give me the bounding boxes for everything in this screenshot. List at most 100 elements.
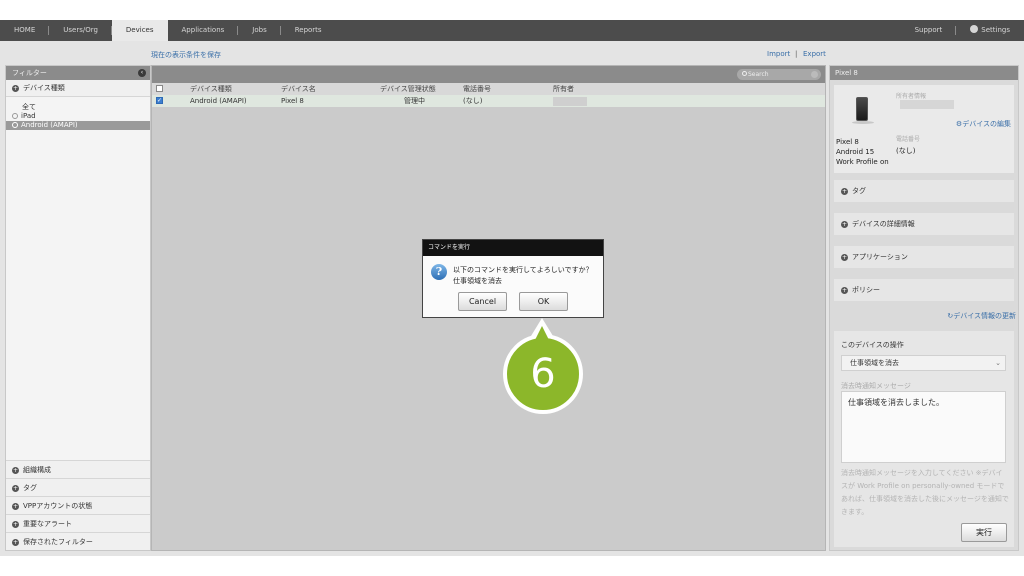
radio-icon — [12, 122, 18, 128]
expand-icon: + — [12, 539, 19, 546]
nav-devices[interactable]: Devices — [111, 20, 168, 41]
device-summary: 所有者情報 ⚙デバイスの編集 電話番号 (なし) Pixel 8 Android… — [834, 85, 1014, 173]
refresh-device-label: デバイス情報の更新 — [953, 312, 1016, 320]
run-button[interactable]: 実行 — [961, 523, 1007, 542]
operation-title: このデバイスの操作 — [841, 341, 904, 349]
dialog-message: 以下のコマンドを実行してよろしいですか？ 仕事領域を消去 — [453, 265, 593, 287]
filter-option-all[interactable]: 全て — [6, 103, 150, 112]
cancel-button[interactable]: Cancel — [458, 292, 507, 311]
top-strip — [0, 0, 1024, 20]
message-hint: 消去時通知メッセージを入力してください ※デバイスが Work Profile … — [841, 469, 1009, 516]
section-device-details[interactable]: + デバイスの詳細情報 — [834, 213, 1014, 235]
expand-icon: + — [12, 467, 19, 474]
nav-home[interactable]: HOME — [0, 20, 50, 41]
filter-option-android-label: Android (AMAPI) — [21, 121, 78, 129]
filter-option-ipad[interactable]: iPad — [6, 112, 150, 121]
section-tags-label: タグ — [852, 187, 866, 195]
callout-pointer-fill — [527, 326, 557, 356]
phone-value: (なし) — [896, 147, 916, 155]
table-row[interactable]: ✓ Android (AMAPI) Pixel 8 管理中 (なし) — [152, 95, 825, 107]
search-placeholder: Search — [748, 71, 769, 78]
nav-users-org[interactable]: Users/Org — [49, 20, 112, 41]
filter-panel: フィルター ‹ + デバイス種類 全て iPad Android (AMAPI) … — [5, 65, 151, 551]
clear-icon[interactable] — [811, 71, 818, 78]
row-owner-redacted — [553, 97, 587, 106]
section-device-details-label: デバイスの詳細情報 — [852, 220, 915, 228]
refresh-device-link[interactable]: ↻デバイス情報の更新 — [947, 311, 1016, 321]
column-management-status[interactable]: デバイス管理状態 — [380, 83, 436, 95]
column-device-name[interactable]: デバイス名 — [281, 83, 316, 95]
row-checkbox[interactable]: ✓ — [156, 97, 163, 104]
detail-header: Pixel 8 — [830, 66, 1018, 80]
device-operation: このデバイスの操作 仕事領域を消去 ⌄ 消去時通知メッセージ 仕事領域を消去しま… — [834, 331, 1014, 547]
filter-header: フィルター ‹ — [6, 66, 150, 80]
list-header: デバイス種類 デバイス名 デバイス管理状態 電話番号 所有者 — [152, 83, 825, 95]
section-saved-filters[interactable]: + 保存されたフィルター — [6, 532, 150, 550]
device-detail-panel: Pixel 8 所有者情報 ⚙デバイスの編集 電話番号 (なし) Pixel 8… — [829, 65, 1019, 551]
expand-icon: + — [12, 521, 19, 528]
edit-device-link[interactable]: ⚙デバイスの編集 — [956, 119, 1011, 129]
nav-reports[interactable]: Reports — [281, 20, 336, 41]
section-org-label: 組織構成 — [23, 466, 51, 474]
device-info: Pixel 8 Android 15 Work Profile on — [836, 137, 889, 167]
section-policy[interactable]: + ポリシー — [834, 279, 1014, 301]
expand-icon: + — [12, 485, 19, 492]
section-policy-label: ポリシー — [852, 286, 880, 294]
row-device-name: Pixel 8 — [281, 97, 304, 105]
device-profile: Work Profile on — [836, 158, 889, 166]
nav-settings[interactable]: Settings — [956, 20, 1024, 41]
ok-button[interactable]: OK — [519, 292, 568, 311]
section-tags[interactable]: + タグ — [6, 478, 150, 496]
nav-settings-label: Settings — [981, 26, 1010, 34]
save-view-link[interactable]: 現在の表示条件を保存 — [151, 50, 221, 60]
section-alerts[interactable]: + 重要なアラート — [6, 514, 150, 532]
nav-jobs[interactable]: Jobs — [238, 20, 282, 41]
filter-option-ipad-label: iPad — [21, 112, 36, 120]
expand-icon: + — [841, 287, 848, 294]
section-vpp-label: VPPアカウントの状態 — [23, 502, 93, 510]
row-device-type: Android (AMAPI) — [190, 97, 247, 105]
section-tags-label: タグ — [23, 484, 37, 492]
list-toolbar: Search — [152, 66, 825, 83]
select-all-checkbox[interactable] — [156, 85, 163, 92]
column-device-type[interactable]: デバイス種類 — [190, 83, 232, 95]
export-link[interactable]: Export — [803, 50, 826, 58]
section-org[interactable]: + 組織構成 — [6, 460, 150, 478]
section-vpp[interactable]: + VPPアカウントの状態 — [6, 496, 150, 514]
filter-option-android[interactable]: Android (AMAPI) — [6, 121, 150, 130]
dialog-title: コマンドを実行 — [423, 240, 603, 256]
nav-support[interactable]: Support — [901, 20, 957, 41]
phone-shadow — [852, 121, 874, 124]
main-nav: HOME Users/Org Devices Applications Jobs… — [0, 20, 1024, 41]
expand-icon: + — [841, 254, 848, 261]
phone-label: 電話番号 — [896, 136, 921, 143]
row-status: 管理中 — [404, 97, 425, 105]
nav-applications[interactable]: Applications — [168, 20, 239, 41]
section-applications[interactable]: + アプリケーション — [834, 246, 1014, 268]
dialog-message-line1: 以下のコマンドを実行してよろしいですか？ — [453, 266, 593, 274]
column-owner[interactable]: 所有者 — [553, 83, 574, 95]
expand-icon: + — [841, 188, 848, 195]
filter-title: フィルター — [12, 69, 47, 77]
owner-redacted — [900, 100, 954, 109]
bottom-strip — [0, 556, 1024, 576]
radio-icon — [12, 113, 18, 119]
phone-icon — [856, 97, 868, 121]
expand-icon: + — [841, 221, 848, 228]
search-input[interactable]: Search — [737, 69, 821, 80]
device-os: Android 15 — [836, 148, 875, 156]
operation-select[interactable]: 仕事領域を消去 ⌄ — [841, 355, 1006, 371]
section-tags[interactable]: + タグ — [834, 180, 1014, 202]
import-export-divider: | — [795, 50, 798, 58]
column-phone[interactable]: 電話番号 — [463, 83, 491, 95]
message-textarea[interactable]: 仕事領域を消去しました。 — [841, 391, 1006, 463]
chevron-down-icon: ⌄ — [995, 359, 1001, 367]
collapse-icon[interactable]: ‹ — [138, 69, 146, 77]
row-phone: (なし) — [463, 97, 483, 105]
filter-bottom-sections: + 組織構成 + タグ + VPPアカウントの状態 + 重要なアラート + 保存されたフィ… — [6, 460, 150, 550]
device-type-section[interactable]: + デバイス種類 — [6, 80, 150, 97]
question-icon: ? — [431, 264, 447, 280]
gear-icon — [970, 25, 979, 33]
import-link[interactable]: Import — [767, 50, 790, 58]
section-alerts-label: 重要なアラート — [23, 520, 72, 528]
